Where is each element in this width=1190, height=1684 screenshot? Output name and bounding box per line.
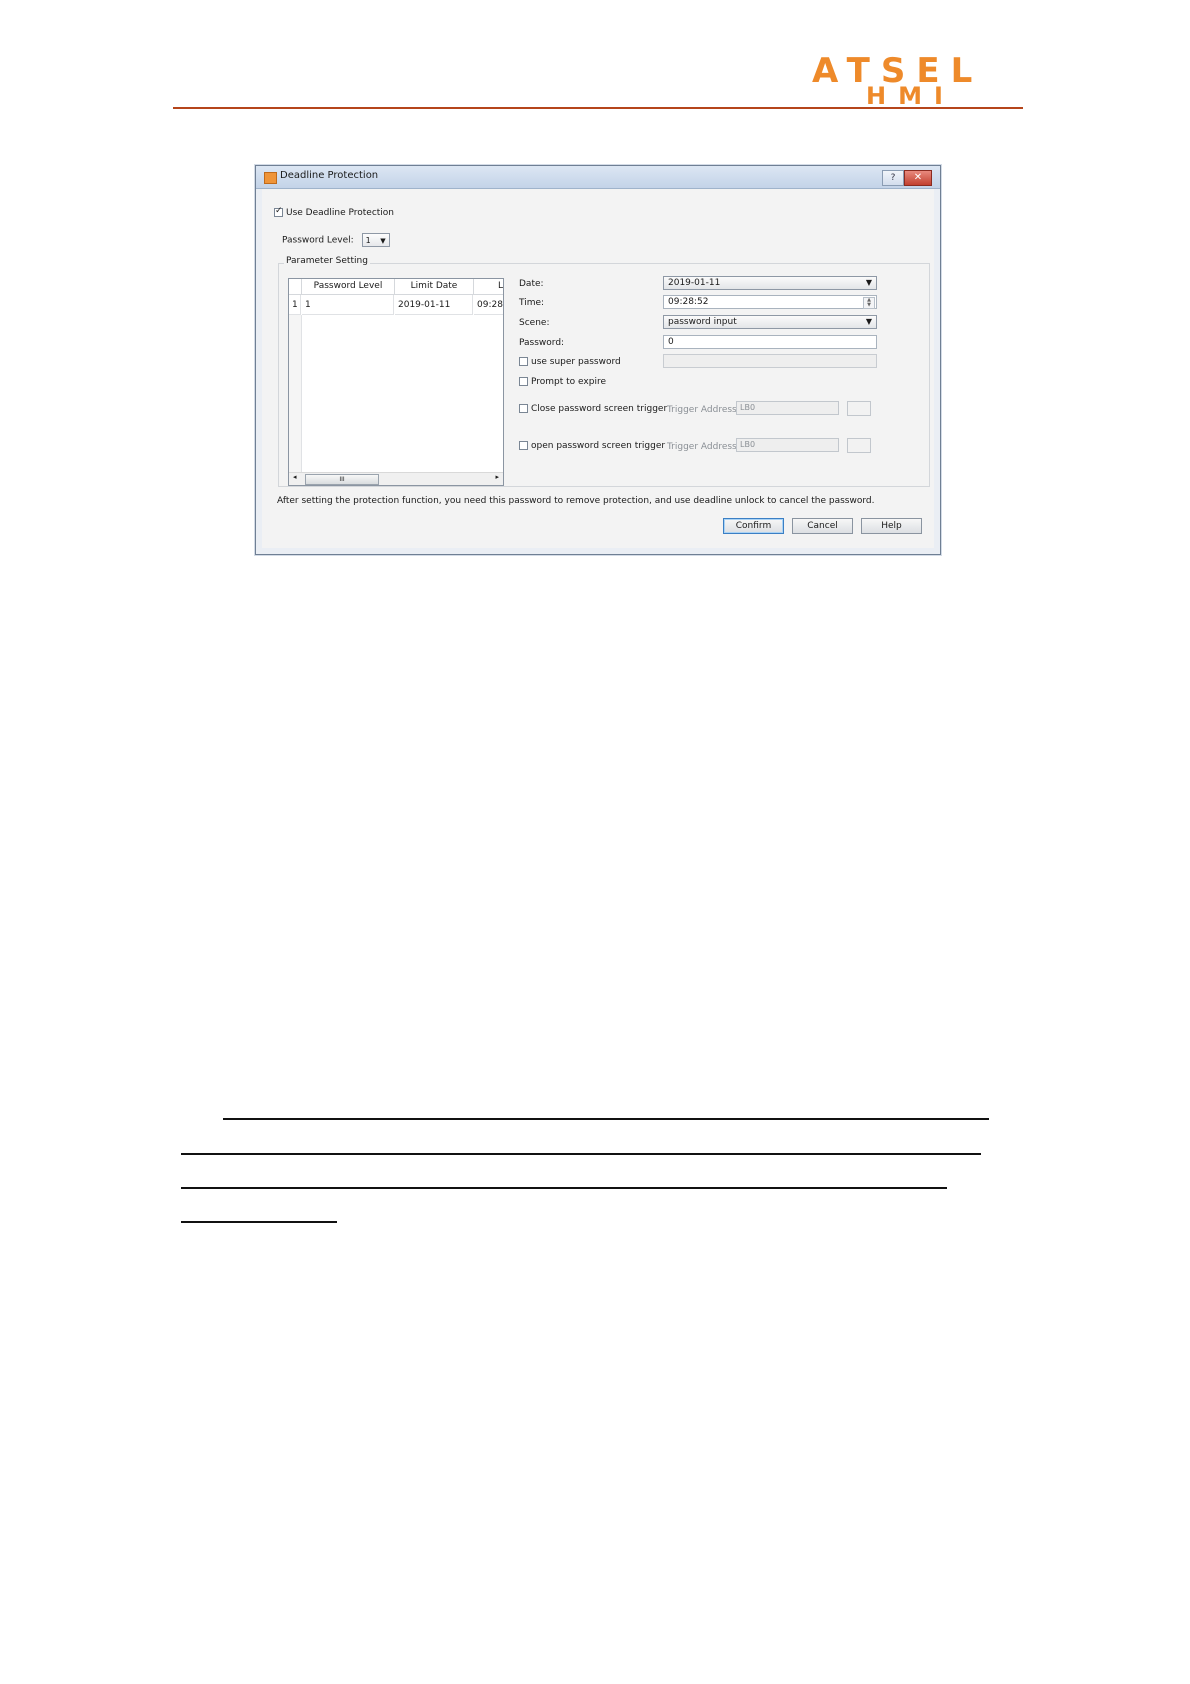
row-number: 1 xyxy=(289,295,301,315)
row-header-column xyxy=(289,315,302,473)
close-trigger-address-button xyxy=(847,401,871,416)
use-deadline-row[interactable]: Use Deadline Protection xyxy=(274,206,395,218)
cancel-button[interactable]: Cancel xyxy=(792,518,853,534)
horizontal-scrollbar[interactable]: ◂ III ▸ xyxy=(289,472,503,485)
app-icon xyxy=(264,172,277,184)
dialog-title: Deadline Protection xyxy=(280,170,379,181)
open-trigger-checkbox[interactable] xyxy=(519,441,528,450)
parameter-setting-title: Parameter Setting xyxy=(284,256,370,266)
logo-line-2: HMI xyxy=(866,82,955,110)
password-level-label: Password Level: xyxy=(282,235,354,246)
underline-rule xyxy=(181,1153,981,1155)
underline-rule xyxy=(181,1221,337,1223)
super-password-input xyxy=(663,354,877,368)
close-trigger-address-input: LB0 xyxy=(736,401,839,415)
time-input[interactable]: 09:28:52 ▲ ▼ xyxy=(663,295,877,309)
spin-icon[interactable]: ▲ ▼ xyxy=(863,297,875,309)
table-corner xyxy=(289,279,302,295)
time-value: 09:28:52 xyxy=(668,297,709,307)
prompt-expire-checkbox[interactable] xyxy=(519,377,528,386)
column-header[interactable]: Password Level xyxy=(302,279,395,295)
scene-select[interactable]: password input ▼ xyxy=(663,315,877,329)
super-password-checkbox[interactable] xyxy=(519,357,528,366)
close-trigger-label: Close password screen trigger xyxy=(531,404,668,414)
use-deadline-label: Use Deadline Protection xyxy=(286,208,395,218)
password-label: Password: xyxy=(519,338,565,348)
atsel-hmi-logo: ATSEL HMI xyxy=(812,52,1020,110)
deadline-protection-dialog: Deadline Protection ? ✕ Use Deadline Pro… xyxy=(255,165,941,555)
open-trigger-row[interactable]: open password screen trigger xyxy=(519,441,665,451)
chevron-down-icon: ▼ xyxy=(865,278,872,287)
open-trigger-address-input: LB0 xyxy=(736,438,839,452)
close-trigger-row[interactable]: Close password screen trigger xyxy=(519,404,667,414)
scroll-left-icon[interactable]: ◂ xyxy=(293,473,297,481)
help-titlebar-button[interactable]: ? xyxy=(882,170,904,186)
help-button[interactable]: Help xyxy=(861,518,922,534)
scroll-thumb[interactable]: III xyxy=(305,474,379,485)
date-value: 2019-01-11 xyxy=(668,278,721,288)
chevron-down-icon: ▼ xyxy=(865,317,872,326)
underline-rule xyxy=(223,1118,989,1120)
scene-label: Scene: xyxy=(519,318,550,328)
underline-rule xyxy=(181,1187,947,1189)
chevron-down-icon: ▼ xyxy=(380,237,386,245)
password-table[interactable]: Password Level Limit Date Lin 1 1 2019-0… xyxy=(288,278,504,486)
password-level-row: Password Level: 1 ▼ xyxy=(282,233,390,247)
use-deadline-checkbox[interactable] xyxy=(274,206,283,217)
close-trigger-address-label: Trigger Address: xyxy=(667,405,740,415)
super-password-label: use super password xyxy=(531,357,621,367)
column-header[interactable]: Limit Date xyxy=(395,279,474,295)
column-header[interactable]: Lin xyxy=(474,279,503,295)
password-value: 0 xyxy=(668,337,674,347)
header-divider xyxy=(173,107,1023,109)
password-level-value: 1 xyxy=(365,236,371,245)
time-label: Time: xyxy=(519,298,545,308)
close-trigger-checkbox[interactable] xyxy=(519,404,528,413)
password-input[interactable]: 0 xyxy=(663,335,877,349)
date-label: Date: xyxy=(519,279,544,289)
scroll-right-icon[interactable]: ▸ xyxy=(495,473,499,481)
confirm-button[interactable]: Confirm xyxy=(723,518,784,534)
dialog-titlebar: Deadline Protection ? ✕ xyxy=(256,166,940,189)
open-trigger-address-label: Trigger Address: xyxy=(667,442,740,452)
super-password-row[interactable]: use super password xyxy=(519,357,621,367)
scene-value: password input xyxy=(668,317,737,327)
date-select[interactable]: 2019-01-11 ▼ xyxy=(663,276,877,290)
protection-note: After setting the protection function, y… xyxy=(277,496,875,506)
prompt-expire-label: Prompt to expire xyxy=(531,377,607,387)
prompt-expire-row[interactable]: Prompt to expire xyxy=(519,377,606,387)
table-cell[interactable]: 09:28:5 xyxy=(474,295,503,315)
open-trigger-address-button xyxy=(847,438,871,453)
table-cell[interactable]: 2019-01-11 xyxy=(395,295,473,315)
open-trigger-label: open password screen trigger xyxy=(531,441,666,451)
close-button[interactable]: ✕ xyxy=(904,170,932,186)
table-cell[interactable]: 1 xyxy=(302,295,394,315)
password-level-select[interactable]: 1 ▼ xyxy=(361,233,390,247)
